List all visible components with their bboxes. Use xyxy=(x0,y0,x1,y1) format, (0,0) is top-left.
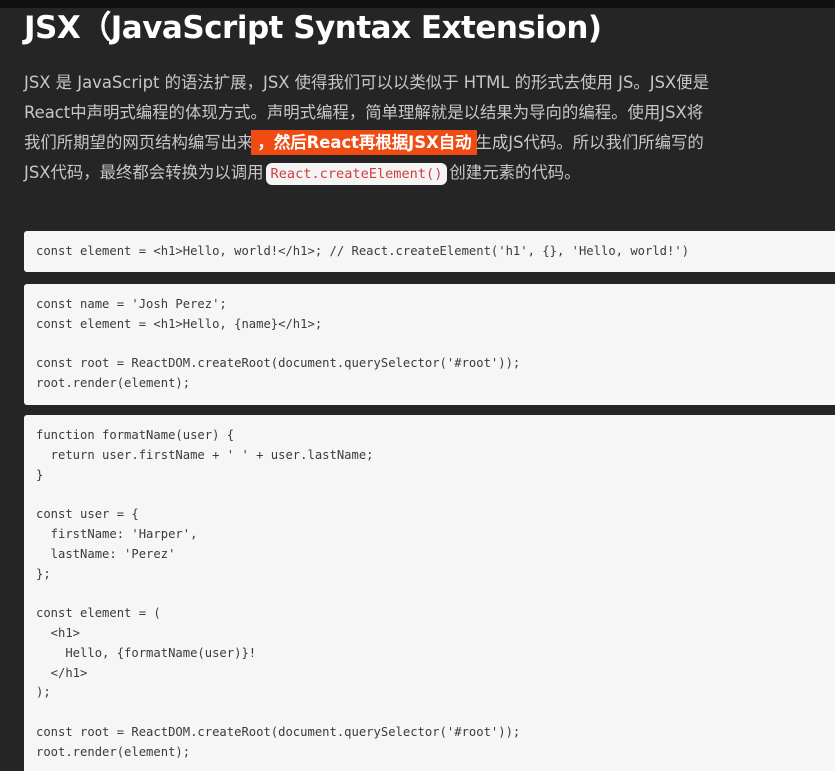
code-line: const user = { xyxy=(36,507,139,522)
code-line: const root = ReactDOM.createRoot(documen… xyxy=(36,356,521,371)
highlighted-text: ，然后React再根据JSX自动 xyxy=(251,130,478,155)
code-line: function formatName(user) { xyxy=(36,428,235,442)
code-block-3[interactable]: function formatName(user) { return user.… xyxy=(24,415,835,771)
window-top-strip xyxy=(0,0,835,8)
code-line: const root = ReactDOM.createRoot(documen… xyxy=(36,724,521,739)
code-line: const element = <h1>Hello, world!</h1>; … xyxy=(36,244,690,258)
code-line: const element = <h1>Hello, {name}</h1>; xyxy=(36,316,323,331)
intro-paragraph: JSX 是 JavaScript 的语法扩展，JSX 使得我们可以以类似于 HT… xyxy=(24,68,832,188)
code-line: Hello, {formatName(user)}! xyxy=(36,645,257,660)
paragraph-text: 生成JS代码。所以我们所编写的 xyxy=(475,133,704,152)
code-line: </h1> xyxy=(36,665,88,680)
code-line: const name = 'Josh Perez'; xyxy=(36,297,227,311)
code-line: firstName: 'Harper', xyxy=(36,526,198,541)
code-line: <h1> xyxy=(36,625,81,640)
document-page: JSX（JavaScript Syntax Extension) JSX 是 J… xyxy=(0,0,835,771)
paragraph-text: JSX代码，最终都会转换为以调用 xyxy=(24,163,264,182)
code-line: }; xyxy=(36,566,51,581)
page-title: JSX（JavaScript Syntax Extension) xyxy=(24,10,602,46)
code-line: root.render(element); xyxy=(36,744,191,759)
code-line: const element = ( xyxy=(36,606,161,621)
paragraph-line: JSX代码，最终都会转换为以调用 React.createElement() 创建元… xyxy=(24,158,832,188)
code-line: root.render(element); xyxy=(36,376,191,391)
code-line: } xyxy=(36,467,44,482)
code-block-2[interactable]: const name = 'Josh Perez'; const element… xyxy=(24,284,835,405)
code-line: return user.firstName + ' ' + user.lastN… xyxy=(36,447,374,462)
paragraph-line: JSX 是 JavaScript 的语法扩展，JSX 使得我们可以以类似于 HT… xyxy=(24,73,710,92)
code-block-1[interactable]: const element = <h1>Hello, world!</h1>; … xyxy=(24,231,835,272)
paragraph-line: React中声明式编程的体现方式。声明式编程，简单理解就是以结果为导向的编程。使… xyxy=(24,103,704,122)
paragraph-line: 我们所期望的网页结构编写出来 ，然后React再根据JSX自动 生成JS代码。所以我… xyxy=(24,128,832,158)
code-line: ); xyxy=(36,685,51,700)
paragraph-text: 创建元素的代码。 xyxy=(449,163,581,182)
inline-code: React.createElement() xyxy=(265,163,448,185)
paragraph-text: 我们所期望的网页结构编写出来 xyxy=(24,133,254,152)
code-line: lastName: 'Perez' xyxy=(36,546,176,561)
